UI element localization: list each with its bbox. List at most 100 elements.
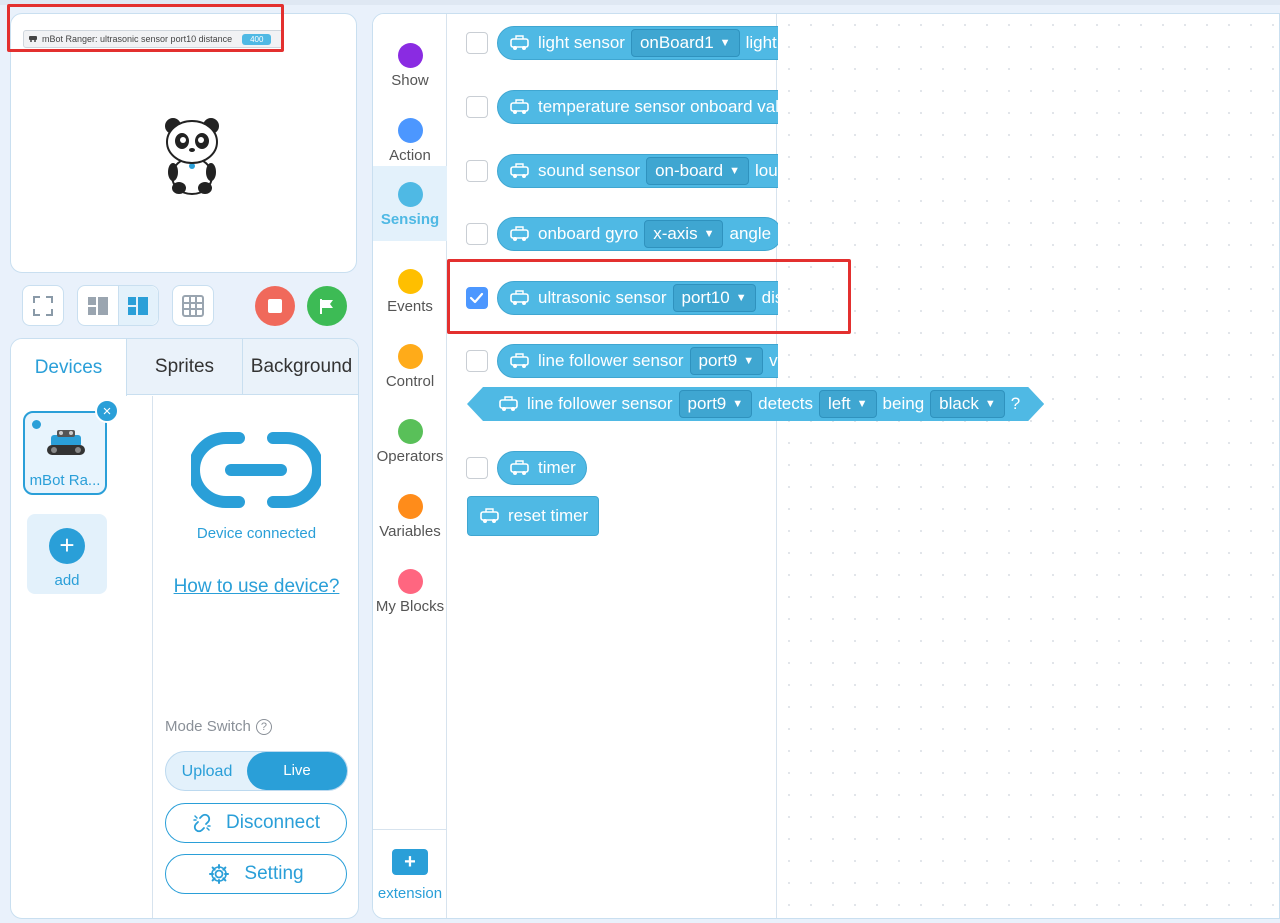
variables-color-dot: [397, 494, 423, 519]
fullscreen-button[interactable]: [22, 285, 64, 326]
monitor-highlight: [7, 4, 284, 52]
live-mode-option[interactable]: Live: [247, 752, 347, 790]
caret-down-icon: ▼: [703, 228, 715, 240]
category-label: Variables: [379, 523, 441, 540]
extension-label: extension: [377, 885, 443, 902]
block-palette: light sensor onBoard1▼ light intensity t…: [448, 14, 855, 918]
sensing-color-dot: [397, 182, 423, 207]
broken-link-icon: [193, 813, 211, 833]
dropdown-line-port[interactable]: port9 ▼: [689, 347, 764, 375]
checkbox-timer[interactable]: [466, 457, 488, 479]
robot-block-icon: [478, 507, 502, 525]
category-action[interactable]: Action: [373, 101, 447, 176]
block-text: being: [882, 394, 925, 413]
block-text: reset timer: [508, 506, 589, 525]
dropdown-value: on-board: [655, 161, 724, 180]
category-sensing[interactable]: Sensing: [373, 166, 447, 241]
block-text: line follower sensor: [527, 394, 673, 413]
device-card-mbot-ranger[interactable]: × mBot Ra...: [23, 399, 119, 495]
control-color-dot: [397, 344, 423, 369]
green-flag-button[interactable]: [307, 286, 347, 326]
tab-sprites[interactable]: Sprites: [127, 339, 243, 395]
category-control[interactable]: Control: [373, 327, 447, 402]
help-icon[interactable]: ?: [255, 718, 272, 735]
dropdown-detect-side[interactable]: left ▼: [819, 390, 877, 418]
checkbox-gyro[interactable]: [466, 223, 488, 245]
category-label: My Blocks: [375, 598, 445, 615]
grid-icon: [182, 294, 204, 317]
robot-block-icon: [508, 459, 532, 477]
script-area[interactable]: [778, 14, 1279, 918]
category-label: Operators: [376, 448, 444, 465]
mode-switch-label: Mode Switch ?: [165, 718, 272, 735]
dropdown-value: x-axis: [653, 224, 698, 243]
connection-status: Device connected: [196, 525, 317, 542]
normal-stage-icon: [128, 296, 149, 315]
dropdown-detect-color[interactable]: black ▼: [930, 390, 1005, 418]
panda-sprite[interactable]: [161, 116, 223, 196]
dropdown-gyro-axis[interactable]: x-axis ▼: [644, 220, 724, 248]
normal-stage-layout-button[interactable]: [118, 286, 158, 325]
block-text: line follower sensor: [538, 351, 684, 370]
stop-icon: [268, 299, 282, 313]
robot-block-icon: [508, 162, 532, 180]
device-info: Device connected How to use device? Mode…: [153, 396, 358, 918]
how-to-use-link[interactable]: How to use device?: [153, 576, 358, 598]
device-list: × mBot Ra... + add: [11, 396, 153, 918]
caret-down-icon: ▼: [743, 355, 755, 367]
caret-down-icon: ▼: [732, 398, 744, 410]
block-text: ?: [1010, 394, 1021, 413]
caret-down-icon: ▼: [984, 398, 996, 410]
grid-button[interactable]: [172, 285, 214, 326]
tab-background[interactable]: Background: [243, 339, 358, 395]
category-variables[interactable]: Variables: [373, 477, 447, 552]
extension-button[interactable]: + extension: [373, 829, 447, 918]
dropdown-detect-port[interactable]: port9 ▼: [679, 390, 753, 418]
block-text: detects: [758, 394, 813, 413]
stop-button[interactable]: [255, 286, 295, 326]
checkbox-light-sensor[interactable]: [466, 32, 488, 54]
block-text: timer: [538, 458, 576, 477]
stage[interactable]: mBot Ranger: ultrasonic sensor port10 di…: [10, 13, 357, 273]
block-reset-timer[interactable]: reset timer: [467, 496, 600, 536]
device-panel: Devices Sprites Background × mBot Ra... …: [10, 338, 359, 919]
disconnect-label: Disconnect: [226, 812, 320, 833]
add-device-button[interactable]: + add: [27, 514, 107, 594]
remove-device-button[interactable]: ×: [95, 399, 119, 423]
dropdown-value: onBoard1: [639, 33, 714, 52]
robot-block-icon: [508, 34, 532, 52]
gear-icon: [209, 864, 230, 884]
add-icon: +: [49, 528, 85, 564]
panel-tabs: Devices Sprites Background: [11, 339, 358, 396]
dropdown-value: black: [939, 394, 979, 413]
dropdown-value: port9: [698, 351, 738, 370]
checkbox-sound-sensor[interactable]: [466, 160, 488, 182]
dropdown-light-port[interactable]: onBoard1 ▼: [630, 29, 740, 57]
selected-dot: [32, 420, 41, 429]
checkbox-line-follower[interactable]: [466, 350, 488, 372]
mode-toggle[interactable]: Upload Live: [165, 751, 348, 791]
category-events[interactable]: Events: [373, 252, 447, 327]
upload-mode-option[interactable]: Upload: [166, 752, 248, 790]
disconnect-button[interactable]: Disconnect: [165, 803, 347, 843]
robot-block-icon: [508, 98, 532, 116]
layout-toggle[interactable]: [77, 285, 159, 326]
small-stage-icon: [87, 296, 108, 315]
my-blocks-color-dot: [397, 569, 423, 594]
category-operators[interactable]: Operators: [373, 402, 447, 477]
block-line-follower-detects[interactable]: line follower sensor port9 ▼ detects left…: [467, 387, 1044, 421]
block-timer[interactable]: timer: [497, 451, 587, 485]
category-label: Events: [387, 298, 433, 315]
dropdown-sound-source[interactable]: on-board ▼: [646, 157, 750, 185]
block-text: angle: [729, 224, 772, 243]
category-my-blocks[interactable]: My Blocks: [373, 552, 447, 627]
setting-button[interactable]: Setting: [165, 854, 347, 894]
block-line-follower-value[interactable]: line follower sensor port9▼ value: [497, 344, 821, 378]
block-onboard-gyro[interactable]: onboard gyro x-axis ▼ angle: [497, 217, 783, 251]
action-color-dot: [397, 118, 423, 143]
category-label: Show: [391, 72, 429, 89]
small-stage-layout-button[interactable]: [78, 286, 119, 325]
category-show[interactable]: Show: [373, 26, 447, 101]
tab-devices[interactable]: Devices: [11, 339, 127, 396]
checkbox-temperature[interactable]: [466, 96, 488, 118]
